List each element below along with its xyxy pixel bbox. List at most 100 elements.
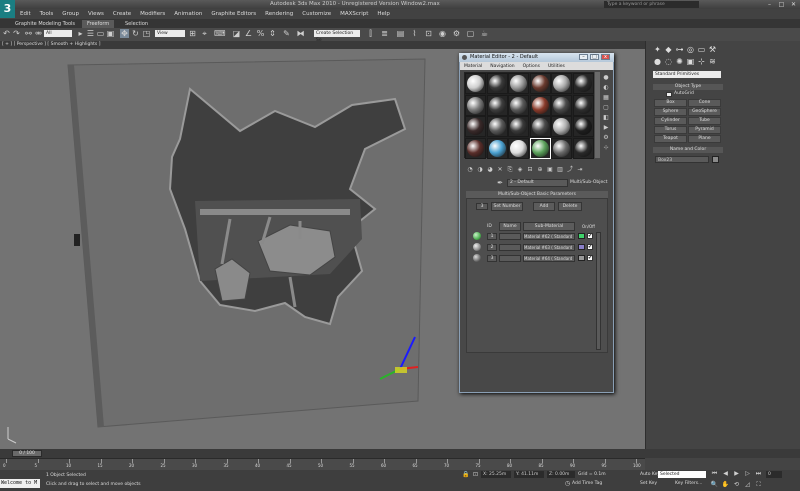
submaterial-onoff-checkbox[interactable]: ✔	[587, 233, 593, 239]
menu-graphite-editors[interactable]: Graphite Editors	[211, 11, 256, 17]
make-unique-icon[interactable]: ◈	[516, 166, 524, 174]
geosphere-button[interactable]: GeoSphere	[688, 108, 721, 116]
display-tab-icon[interactable]: ▭	[697, 45, 706, 54]
material-slot[interactable]	[572, 116, 594, 137]
material-slot[interactable]	[572, 94, 594, 116]
material-slot[interactable]	[508, 73, 529, 94]
submaterial-onoff-checkbox[interactable]: ✔	[587, 244, 593, 250]
pivot-icon[interactable]: ⊞	[188, 29, 197, 38]
submaterial-button[interactable]: Material #63 ( Standard )	[523, 244, 575, 251]
sample-type-icon[interactable]: ●	[602, 74, 610, 82]
key-selection-dropdown[interactable]: Selected	[658, 471, 706, 478]
mat-menu-navigation[interactable]: Navigation	[490, 64, 514, 69]
play-icon[interactable]: ▶	[732, 470, 741, 478]
redo-icon[interactable]: ↷	[12, 29, 21, 38]
field-of-view-icon[interactable]: ◿	[743, 481, 752, 489]
geometry-icon[interactable]: ●	[653, 57, 662, 66]
angle-snap-icon[interactable]: ∠	[244, 29, 253, 38]
unlink-icon[interactable]: ⚮	[34, 29, 43, 38]
motion-tab-icon[interactable]: ◎	[686, 45, 695, 54]
add-button[interactable]: Add	[533, 202, 555, 211]
maximize-viewport-icon[interactable]: ⛶	[754, 481, 763, 489]
minimize-button[interactable]: –	[764, 1, 775, 8]
close-button[interactable]: ✕	[788, 1, 799, 8]
material-slot[interactable]	[572, 137, 594, 159]
viewport-label[interactable]: [ + ] [ Perspective ] [ Smooth + Highlig…	[2, 42, 100, 47]
maximize-button[interactable]: □	[776, 1, 787, 8]
scale-icon[interactable]: ◳	[142, 29, 151, 38]
get-material-icon[interactable]: ◔	[466, 166, 474, 174]
submaterial-color-swatch[interactable]	[578, 255, 585, 261]
zoom-icon[interactable]: 🔍	[710, 481, 719, 489]
material-slot[interactable]	[551, 94, 572, 116]
cone-button[interactable]: Cone	[688, 99, 721, 107]
material-slot[interactable]	[551, 73, 572, 94]
previous-frame-icon[interactable]: ◀	[721, 470, 730, 478]
material-name-field[interactable]: 2 - Default	[507, 179, 568, 187]
add-time-tag-button[interactable]: Add Time Tag	[572, 481, 602, 486]
show-end-result-icon[interactable]: ▥	[556, 166, 564, 174]
sphere-button[interactable]: Sphere	[654, 108, 687, 116]
menu-help[interactable]: Help	[377, 11, 390, 17]
rendered-frame-icon[interactable]: ▢	[466, 29, 475, 38]
material-slot[interactable]	[486, 116, 508, 137]
object-color-swatch[interactable]	[712, 156, 719, 163]
menu-tools[interactable]: Tools	[40, 11, 54, 17]
set-key-label[interactable]: Set Key	[640, 481, 657, 486]
material-slot[interactable]	[529, 73, 551, 94]
absolute-mode-icon[interactable]: ⊡	[472, 471, 479, 478]
col-submaterial-header[interactable]: Sub-Material	[523, 222, 575, 231]
align-icon[interactable]: ⫿	[366, 29, 375, 38]
undo-icon[interactable]: ↶	[2, 29, 11, 38]
material-slot[interactable]	[529, 137, 551, 159]
select-by-name-icon[interactable]: ☰	[86, 29, 95, 38]
lights-icon[interactable]: ✺	[675, 57, 684, 66]
select-manipulate-icon[interactable]: ⌖	[200, 29, 209, 38]
x-coordinate-field[interactable]: X: 25.25m	[481, 471, 511, 478]
go-to-parent-icon[interactable]: ⤴	[566, 166, 574, 174]
menu-views[interactable]: Views	[88, 11, 104, 17]
current-frame-field[interactable]: 0	[766, 471, 782, 478]
mat-menu-options[interactable]: Options	[523, 64, 540, 69]
tab-freeform[interactable]: Freeform	[82, 20, 115, 28]
eyedropper-icon[interactable]: ✒	[496, 179, 504, 187]
move-icon[interactable]: ✥	[120, 29, 129, 38]
material-slot[interactable]	[508, 137, 529, 159]
select-by-material-icon[interactable]: ⊹	[602, 144, 610, 152]
snap-toggle-icon[interactable]: ◪	[232, 29, 241, 38]
orbit-icon[interactable]: ⟲	[732, 481, 741, 489]
video-color-check-icon[interactable]: ◧	[602, 114, 610, 122]
submaterial-id-field[interactable]: 1	[487, 233, 497, 240]
cameras-icon[interactable]: ▣	[686, 57, 695, 66]
menu-modifiers[interactable]: Modifiers	[140, 11, 165, 17]
submaterial-color-swatch[interactable]	[578, 233, 585, 239]
cylinder-button[interactable]: Cylinder	[654, 117, 687, 125]
autogrid-checkbox[interactable]	[666, 92, 672, 97]
material-slot[interactable]	[486, 137, 508, 159]
go-to-end-icon[interactable]: ⏭	[754, 470, 763, 478]
submaterial-button[interactable]: Material #62 ( Standard )	[523, 233, 575, 240]
graphite-toggle-icon[interactable]: ▤	[396, 29, 405, 38]
material-count-field[interactable]: 3	[476, 203, 488, 210]
mat-menu-material[interactable]: Material	[464, 64, 482, 69]
show-map-icon[interactable]: ▣	[546, 166, 554, 174]
y-coordinate-field[interactable]: Y: 41.11m	[514, 471, 544, 478]
z-coordinate-field[interactable]: Z: 0.00m	[547, 471, 575, 478]
material-slot[interactable]	[529, 94, 551, 116]
tube-button[interactable]: Tube	[688, 117, 721, 125]
material-slot[interactable]	[508, 116, 529, 137]
render-production-icon[interactable]: ☕	[480, 29, 489, 38]
spacewarps-icon[interactable]: ≋	[708, 57, 717, 66]
time-slider-track[interactable]	[0, 449, 800, 458]
material-slot[interactable]	[465, 116, 486, 137]
primitive-category-dropdown[interactable]: Standard Primitives	[653, 71, 721, 78]
go-forward-icon[interactable]: ⇥	[576, 166, 584, 174]
curve-editor-icon[interactable]: ⌇	[410, 29, 419, 38]
time-slider-thumb[interactable]: 0 / 100	[12, 450, 42, 457]
background-icon[interactable]: ▦	[602, 94, 610, 102]
slots-scrollbar[interactable]	[595, 72, 600, 158]
create-tab-icon[interactable]: ✦	[653, 45, 662, 54]
backlight-icon[interactable]: ◐	[602, 84, 610, 92]
help-search-input[interactable]: Type a keyword or phrase	[604, 1, 699, 8]
material-type-button[interactable]: Multi/Sub-Object	[570, 180, 608, 185]
